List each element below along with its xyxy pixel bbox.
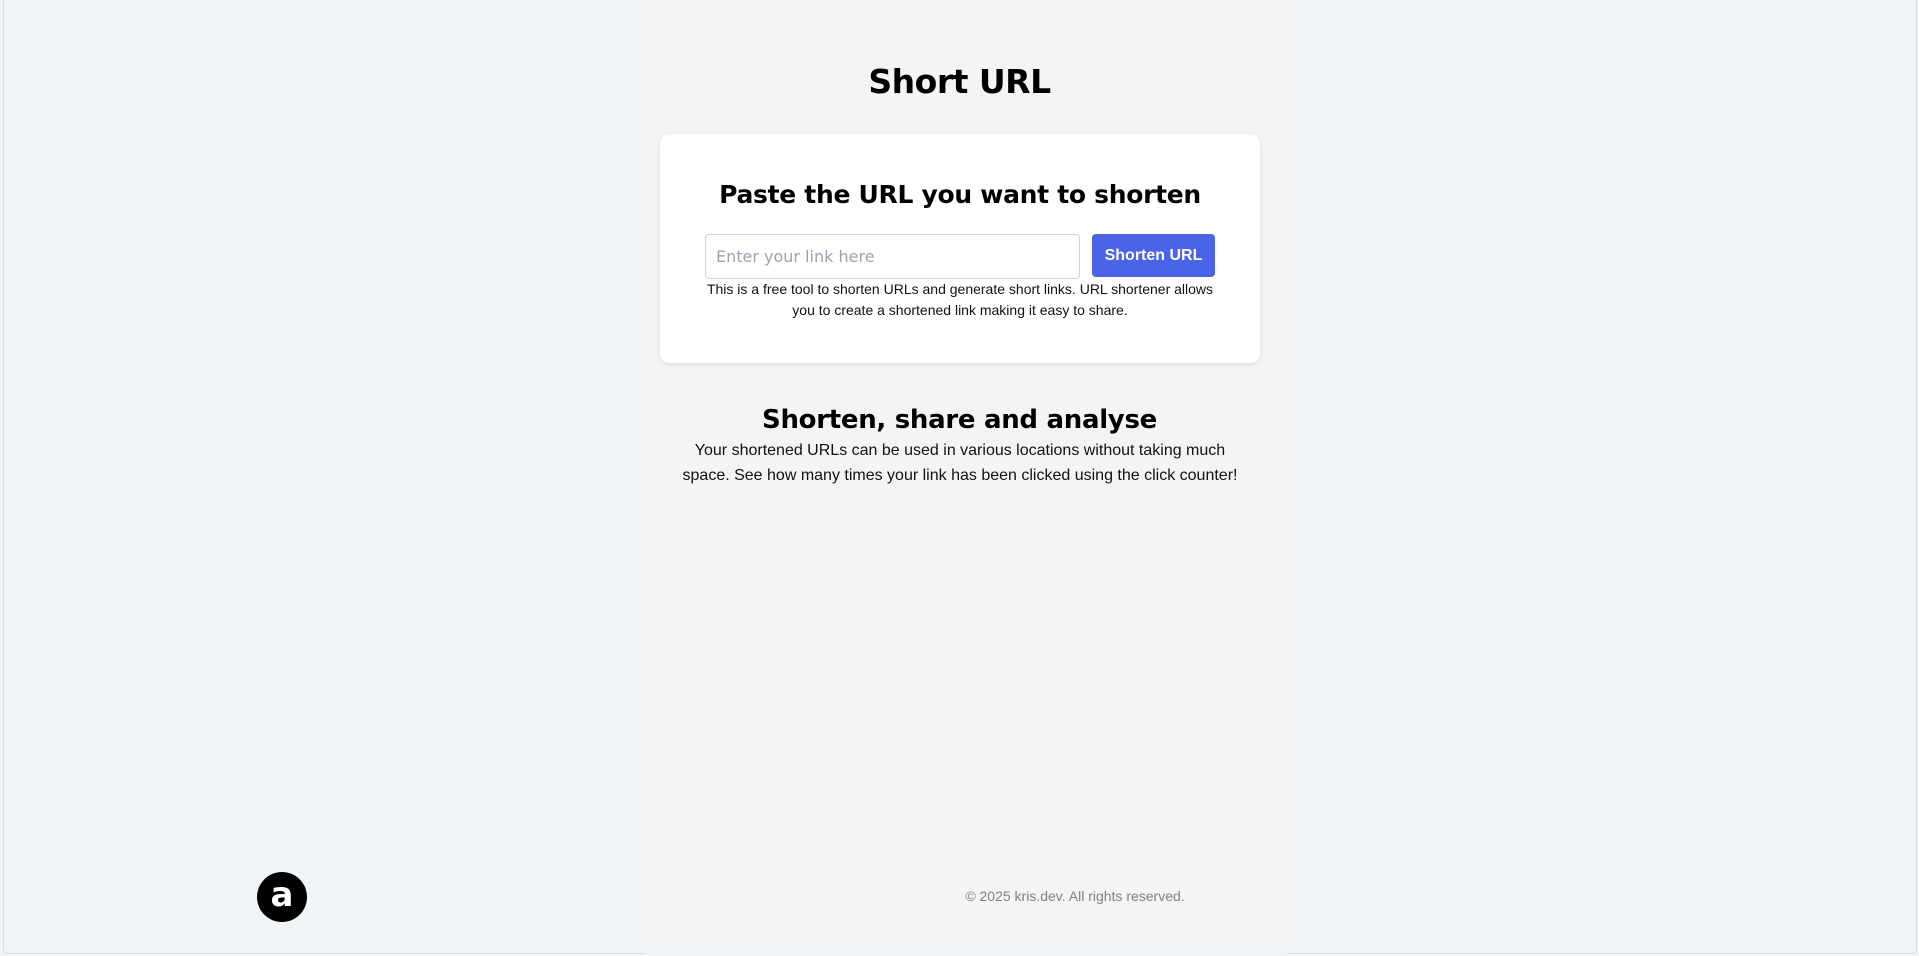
shorten-card: Paste the URL you want to shorten Shorte…: [660, 134, 1260, 363]
page-title: Short URL: [868, 62, 1051, 101]
letter-a-logo-icon[interactable]: a: [257, 872, 307, 922]
url-input[interactable]: [705, 234, 1080, 279]
section-title: Shorten, share and analyse: [762, 405, 1157, 435]
logo-letter: a: [270, 875, 294, 915]
footer-copyright: © 2025 kris.dev. All rights reserved.: [965, 888, 1185, 904]
card-title: Paste the URL you want to shorten: [719, 180, 1201, 209]
section-description: Your shortened URLs can be used in vario…: [682, 442, 1238, 484]
card-description: This is a free tool to shorten URLs and …: [706, 281, 1214, 318]
shorten-url-button[interactable]: Shorten URL: [1092, 234, 1215, 277]
